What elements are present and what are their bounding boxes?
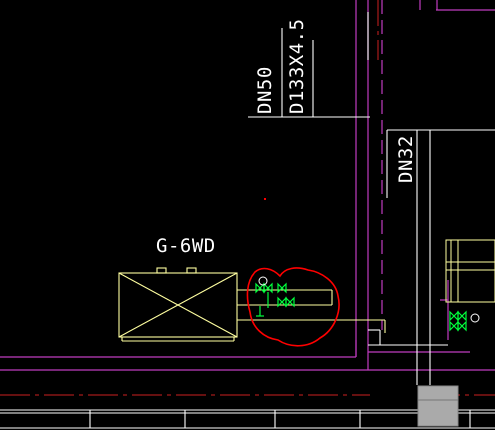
yellow-pipes (237, 289, 386, 333)
red-centerlines (0, 0, 495, 396)
valve-assembly[interactable] (255, 282, 295, 317)
right-valves[interactable] (449, 310, 467, 332)
wall-lines (0, 0, 495, 371)
right-gauge-icon (470, 313, 480, 323)
right-equipment[interactable] (445, 239, 495, 303)
pipe-label-d133: D133X4.5 (286, 18, 308, 114)
pipe-label-dn32: DN32 (395, 135, 417, 183)
equipment-unit[interactable] (118, 267, 238, 342)
cad-drawing-canvas[interactable]: DN50 D133X4.5 DN32 G-6WD (0, 0, 495, 430)
markup-cloud[interactable] (246, 267, 340, 347)
gauge-icon (258, 276, 268, 286)
gray-block (417, 385, 459, 427)
pipe-label-dn50: DN50 (254, 66, 276, 114)
equipment-tag-label: G-6WD (156, 235, 216, 257)
red-point (264, 198, 266, 200)
white-lines (0, 12, 495, 429)
